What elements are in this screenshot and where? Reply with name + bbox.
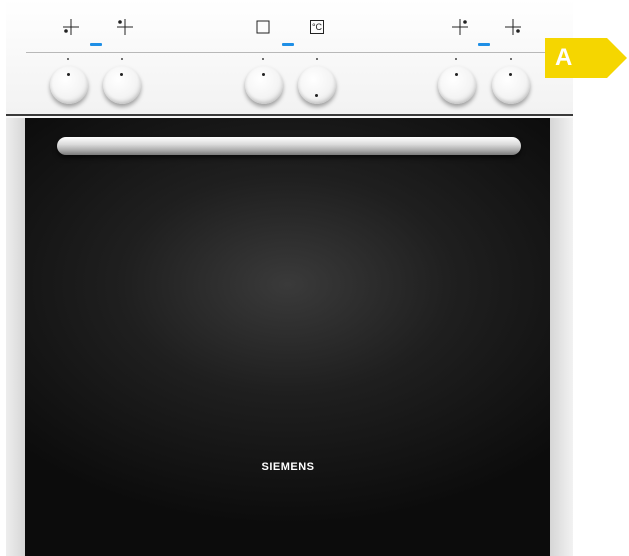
knob-tick	[455, 58, 457, 60]
control-panel: °C	[6, 0, 573, 116]
front-right-zone-icon	[502, 16, 524, 38]
indicator-right	[478, 43, 490, 46]
temperature-knob[interactable]	[298, 66, 336, 104]
knob-tick	[121, 58, 123, 60]
indicator-center	[282, 43, 294, 46]
temperature-icon: °C	[306, 16, 328, 38]
door-frame-left	[6, 118, 25, 556]
knob-tick	[262, 58, 264, 60]
rear-left-zone-icon	[114, 16, 136, 38]
oven-function-knob[interactable]	[245, 66, 283, 104]
temperature-unit-label: °C	[310, 20, 324, 34]
door-handle[interactable]	[57, 137, 521, 155]
oven-door-glass	[25, 118, 550, 556]
knob-tick	[510, 58, 512, 60]
hob-knob-front-left[interactable]	[50, 66, 88, 104]
hob-knob-rear-right[interactable]	[438, 66, 476, 104]
front-left-zone-icon	[60, 16, 82, 38]
hob-knob-rear-left[interactable]	[103, 66, 141, 104]
door-frame-right	[550, 118, 573, 556]
oven-function-icon	[252, 16, 274, 38]
energy-class-letter: A	[555, 44, 573, 71]
panel-divider	[26, 52, 573, 53]
brand-logo: SIEMENS	[261, 461, 315, 473]
knob-tick	[316, 58, 318, 60]
indicator-left	[90, 43, 102, 46]
rear-right-zone-icon	[449, 16, 471, 38]
knob-tick	[67, 58, 69, 60]
hob-knob-front-right[interactable]	[492, 66, 530, 104]
